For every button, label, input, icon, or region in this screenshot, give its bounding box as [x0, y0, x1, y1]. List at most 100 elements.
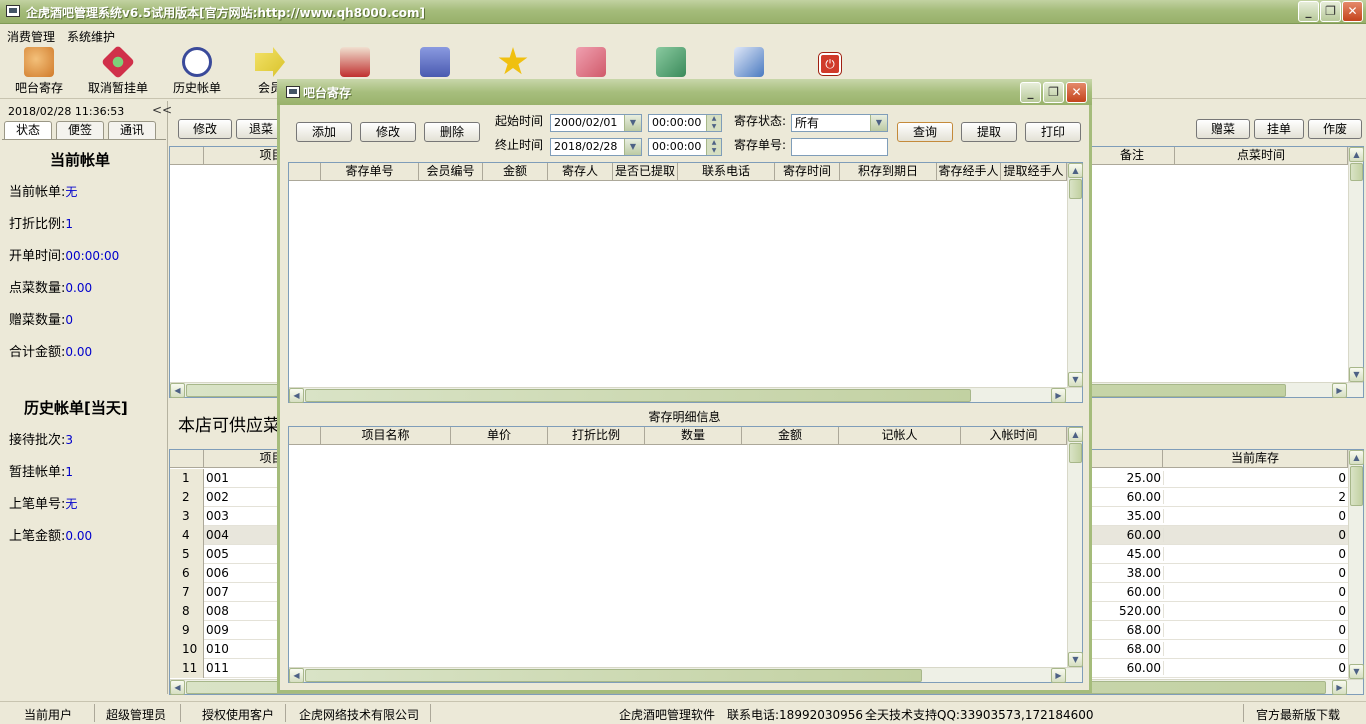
edit-button[interactable]: 修改 — [360, 122, 416, 142]
storage-dialog: 吧台寄存 _ ❐ ✕ 添加 修改 删除 起始时间 终止时间 2000/02/01… — [277, 79, 1092, 693]
void-bill-button[interactable]: 作废 — [1308, 119, 1362, 139]
item-stock: 0 — [1163, 642, 1346, 656]
item-code: 011 — [206, 661, 229, 675]
status-download-link[interactable]: 官方最新版下载 — [1256, 706, 1340, 723]
end-time-spinner[interactable]: 00:00:00 ▲ ▼ — [648, 138, 722, 156]
item-stock: 0 — [1163, 528, 1346, 542]
toolbar-button-10[interactable] — [714, 47, 784, 79]
item-code: 003 — [206, 509, 229, 523]
col-detail-5[interactable]: 金额 — [742, 427, 839, 445]
item-price: 520.00 — [1119, 604, 1161, 618]
handshake-icon — [734, 47, 764, 77]
print-button[interactable]: 打印 — [1025, 122, 1081, 142]
menu-system[interactable]: 系统维护 — [67, 28, 115, 45]
menu-bar: 消费管理 系统维护 — [0, 25, 1366, 45]
toolbar-button-7[interactable] — [478, 47, 548, 79]
status-product: 企虎酒吧管理软件 — [619, 708, 716, 722]
status-select[interactable]: 所有 ▼ — [791, 114, 888, 132]
row-number: 10 — [170, 640, 204, 659]
start-date-picker[interactable]: 2000/02/01 ▼ — [550, 114, 642, 132]
storage-vscroll[interactable]: ▲ ▼ — [1067, 163, 1083, 387]
maximize-button[interactable]: ❐ — [1320, 1, 1341, 22]
col-detail-2[interactable]: 单价 — [451, 427, 548, 445]
edit-order-button[interactable]: 修改 — [178, 119, 232, 139]
toolbar-exit-button[interactable]: ⏻ — [795, 47, 865, 77]
toolbar-label: 吧台寄存 — [14, 81, 63, 95]
current-bill-heading: 当前帐单 — [50, 151, 111, 169]
toolbar-button-5[interactable] — [320, 47, 390, 79]
end-date-picker[interactable]: 2018/02/28 ▼ — [550, 138, 642, 156]
item-price: 68.00 — [1126, 642, 1161, 656]
item-code: 004 — [206, 528, 229, 542]
col-storage-7[interactable]: 寄存时间 — [775, 163, 840, 181]
storage-hscroll[interactable]: ◀ ▶ — [289, 387, 1082, 403]
col-storage-4[interactable]: 寄存人 — [548, 163, 613, 181]
col-detail-7[interactable]: 入帐时间 — [961, 427, 1067, 445]
tab-status[interactable]: 状态 — [4, 121, 52, 139]
collapse-icon[interactable]: << — [152, 103, 172, 117]
toolbar-button-8[interactable] — [556, 47, 626, 79]
take-button[interactable]: 提取 — [961, 122, 1017, 142]
col-storage-10[interactable]: 提取经手人 — [1001, 163, 1067, 181]
dialog-title: 吧台寄存 — [303, 86, 352, 100]
col-storage-5[interactable]: 是否已提取 — [613, 163, 678, 181]
minimize-button[interactable]: _ — [1298, 1, 1319, 22]
storage-grid[interactable]: 寄存单号 会员编号 金额 寄存人 是否已提取 联系电话 寄存时间 积存到期日 寄存经手人 提取经手… — [288, 162, 1083, 403]
col-detail-1[interactable]: 项目名称 — [321, 427, 451, 445]
col-storage-1[interactable]: 寄存单号 — [321, 163, 419, 181]
item-stock: 0 — [1163, 471, 1346, 485]
order-quantity: 点菜数量:0.00 — [9, 281, 93, 296]
col-storage-9[interactable]: 寄存经手人 — [937, 163, 1001, 181]
item-code: 006 — [206, 566, 229, 580]
col-detail-4[interactable]: 数量 — [645, 427, 742, 445]
toolbar-button-9[interactable] — [636, 47, 706, 79]
detail-grid[interactable]: 项目名称 单价 打折比例 数量 金额 记帐人 入帐时间 ▲ ▼ ◀ ▶ — [288, 426, 1083, 683]
dialog-minimize-button[interactable]: _ — [1020, 82, 1041, 103]
item-code: 007 — [206, 585, 229, 599]
dialog-close-button[interactable]: ✕ — [1066, 82, 1087, 103]
dialog-title-bar: 吧台寄存 _ ❐ ✕ — [277, 79, 1092, 105]
detail-vscroll[interactable]: ▲ ▼ — [1067, 427, 1083, 667]
item-stock: 2 — [1163, 490, 1346, 504]
toolbar-cancel-hold-button[interactable]: 取消暂挂单 — [83, 45, 153, 96]
current-bill-no: 当前帐单:无 — [9, 185, 78, 200]
item-code: 002 — [206, 490, 229, 504]
col-note[interactable]: 备注 — [1090, 147, 1175, 165]
status-company: 企虎网络技术有限公司 — [299, 708, 420, 722]
add-button[interactable]: 添加 — [296, 122, 352, 142]
detail-title: 寄存明细信息 — [648, 410, 721, 424]
tab-notes[interactable]: 便签 — [56, 121, 104, 139]
start-time-spinner[interactable]: 00:00:00 ▲ ▼ — [648, 114, 722, 132]
toolbar-button-6[interactable] — [400, 47, 470, 79]
col-current-stock[interactable]: 当前库存 — [1163, 450, 1348, 468]
order-vscroll[interactable]: ▲ ▼ — [1348, 147, 1364, 382]
tab-contacts[interactable]: 通讯 — [108, 121, 156, 139]
detail-hscroll[interactable]: ◀ ▶ — [289, 667, 1082, 683]
col-order-time[interactable]: 点菜时间 — [1175, 147, 1348, 165]
dialog-maximize-button[interactable]: ❐ — [1043, 82, 1064, 103]
stock-vscroll[interactable]: ▲ ▼ — [1348, 450, 1364, 679]
discount-ratio: 打折比例:1 — [9, 217, 74, 232]
item-code: 010 — [206, 642, 229, 656]
end-time-label: 终止时间 — [495, 138, 544, 152]
col-storage-3[interactable]: 金额 — [483, 163, 548, 181]
col-storage-6[interactable]: 联系电话 — [678, 163, 775, 181]
hold-bill-button[interactable]: 挂单 — [1254, 119, 1304, 139]
close-button[interactable]: ✕ — [1342, 1, 1363, 22]
toolbar-history-button[interactable]: 历史帐单 — [162, 47, 232, 96]
col-storage-8[interactable]: 积存到期日 — [840, 163, 937, 181]
gift-dish-button[interactable]: 赠菜 — [1196, 119, 1250, 139]
delete-button[interactable]: 删除 — [424, 122, 480, 142]
held-bills: 暂挂帐单:1 — [9, 465, 74, 480]
item-price: 60.00 — [1126, 528, 1161, 542]
query-button[interactable]: 查询 — [897, 122, 953, 142]
status-license-label: 授权使用客户 — [202, 708, 275, 722]
storage-no-input[interactable] — [791, 138, 888, 156]
menu-consumption[interactable]: 消费管理 — [7, 28, 55, 45]
col-detail-6[interactable]: 记帐人 — [839, 427, 961, 445]
col-detail-3[interactable]: 打折比例 — [548, 427, 645, 445]
toolbar-label: 历史帐单 — [172, 81, 221, 95]
col-storage-2[interactable]: 会员编号 — [419, 163, 483, 181]
power-icon: ⏻ — [819, 53, 841, 75]
toolbar-storage-button[interactable]: 吧台寄存 — [4, 47, 74, 96]
